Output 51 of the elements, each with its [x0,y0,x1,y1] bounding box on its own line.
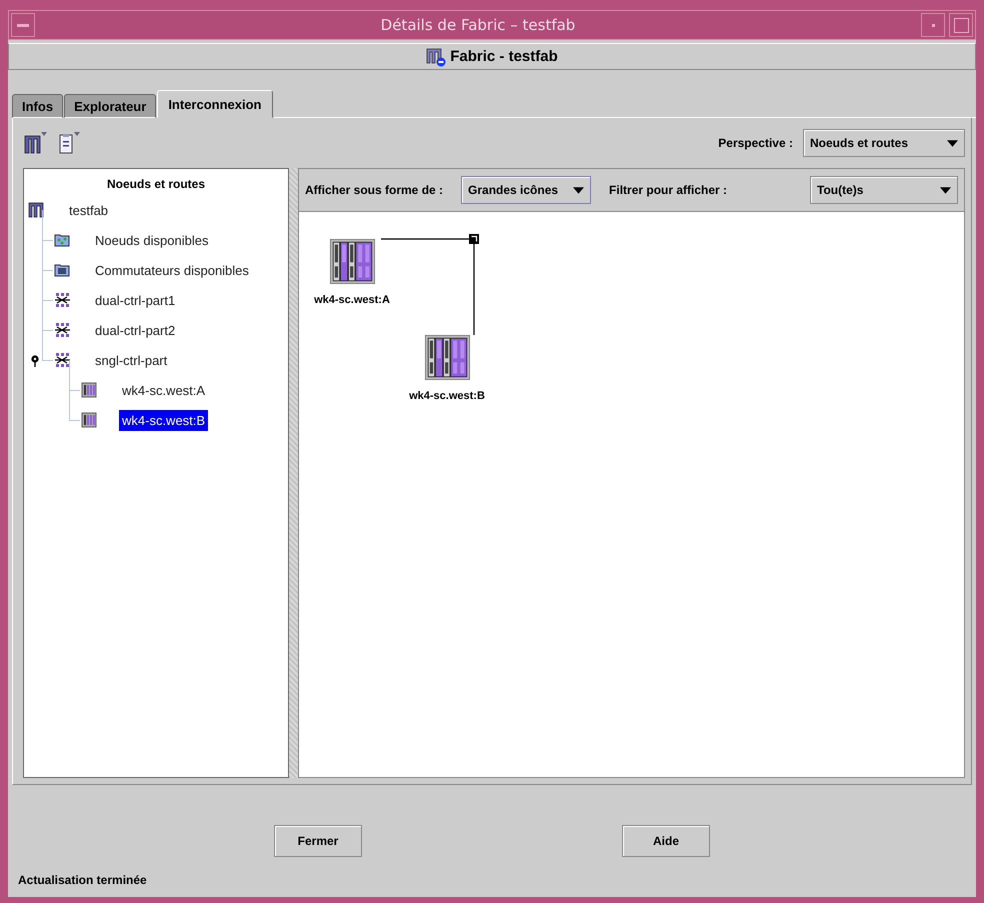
tab[interactable]: Explorateur [64,94,156,118]
caret-icon [573,186,584,194]
tree-connector-line [42,330,53,361]
splitter-handle[interactable] [289,168,298,778]
tree-connector-line [42,240,53,271]
caret-icon [940,186,951,194]
fabric-icon [426,46,446,66]
header-title: Fabric - testfab [450,48,558,65]
tree-connector-line [42,210,53,241]
maximize-button[interactable] [949,13,973,37]
close-button[interactable]: Fermer [274,825,362,857]
fabric-icon [28,202,44,218]
tree-item[interactable]: testfab [66,200,112,220]
folder-icon [54,232,70,248]
expand-handle-icon[interactable] [30,355,40,367]
server-icon [81,382,97,398]
tree-item[interactable]: dual-ctrl-part2 [92,320,178,340]
tab[interactable]: Infos [12,94,64,118]
display-label: Afficher sous forme de : [305,183,444,197]
partition-icon [54,322,70,338]
filter-dropdown[interactable]: Tou(te)s [810,176,958,204]
tree-item[interactable]: wk4-sc.west:B [119,410,208,430]
perspective-dropdown[interactable]: Noeuds et routes [803,129,965,157]
display-dropdown[interactable]: Grandes icônes [461,176,592,204]
node-label: wk4-sc.west:B [409,390,485,402]
window-menu-button[interactable] [11,13,35,37]
tree-item[interactable]: wk4-sc.west:A [119,380,208,400]
tree-connector-line [69,390,80,421]
perspective-label: Perspective : [718,136,793,150]
caret-icon [947,140,958,146]
tree-connector-line [42,270,53,301]
node-label: wk4-sc.west:A [314,294,390,306]
document-dropdown-icon[interactable] [57,131,81,155]
help-button[interactable]: Aide [622,825,710,857]
junction-marker [469,234,479,244]
tree-item[interactable]: dual-ctrl-part1 [92,290,178,310]
tree-connector-line [69,360,80,391]
filter-label: Filtrer pour afficher : [609,183,728,197]
window-title: Détails de Fabric – testfab [380,16,576,34]
tab[interactable]: Interconnexion [157,90,272,118]
partition-icon [54,352,70,368]
status-text: Actualisation terminée [18,873,148,887]
tree-item[interactable]: Noeuds disponibles [92,230,212,250]
tree-title: Noeuds et routes [106,177,206,191]
fabric-dropdown-icon[interactable] [23,131,47,155]
tree-item[interactable]: sngl-ctrl-part [92,350,170,370]
tree-item[interactable]: Commutateurs disponibles [92,260,252,280]
partition-icon [54,292,70,308]
server-icon [81,412,97,428]
tree-connector-line [42,300,53,331]
folder-icon [54,262,70,278]
